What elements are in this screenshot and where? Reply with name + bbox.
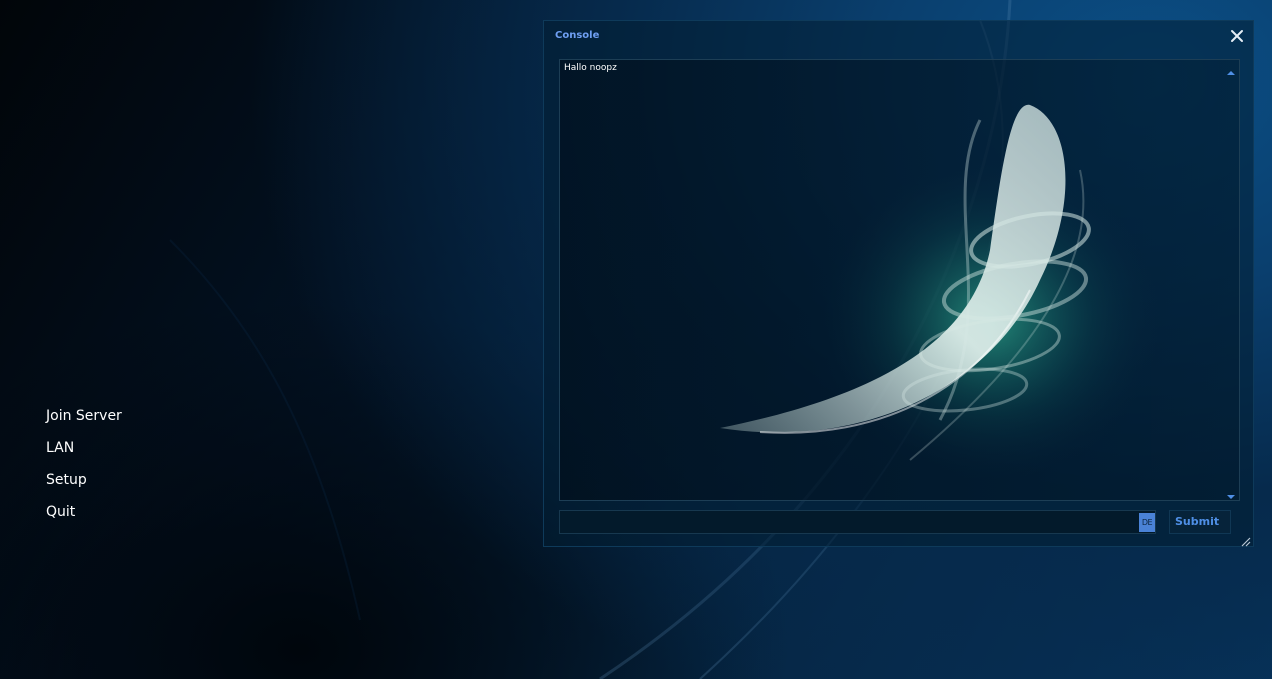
close-button[interactable]	[1229, 28, 1245, 44]
console-output-line: Hallo noopz	[564, 63, 617, 73]
close-icon	[1231, 30, 1243, 42]
main-menu: Join Server LAN Setup Quit	[46, 406, 166, 534]
resize-grip-icon[interactable]	[1239, 532, 1251, 547]
language-badge: DE	[1139, 513, 1155, 532]
console-title: Console	[555, 30, 600, 41]
console-input[interactable]	[559, 510, 1156, 534]
join-server-menu-item[interactable]: Join Server	[46, 406, 166, 438]
scroll-down-arrow-icon[interactable]	[1226, 487, 1236, 499]
scroll-up-arrow-icon[interactable]	[1226, 63, 1236, 75]
setup-menu-item[interactable]: Setup	[46, 470, 166, 502]
lan-menu-item[interactable]: LAN	[46, 438, 166, 470]
console-window: Console Hallo noopz DE Submit	[543, 20, 1254, 547]
feather-artwork	[720, 104, 1160, 480]
console-output[interactable]: Hallo noopz	[559, 59, 1240, 501]
submit-button[interactable]: Submit	[1169, 510, 1231, 534]
quit-menu-item[interactable]: Quit	[46, 502, 166, 534]
